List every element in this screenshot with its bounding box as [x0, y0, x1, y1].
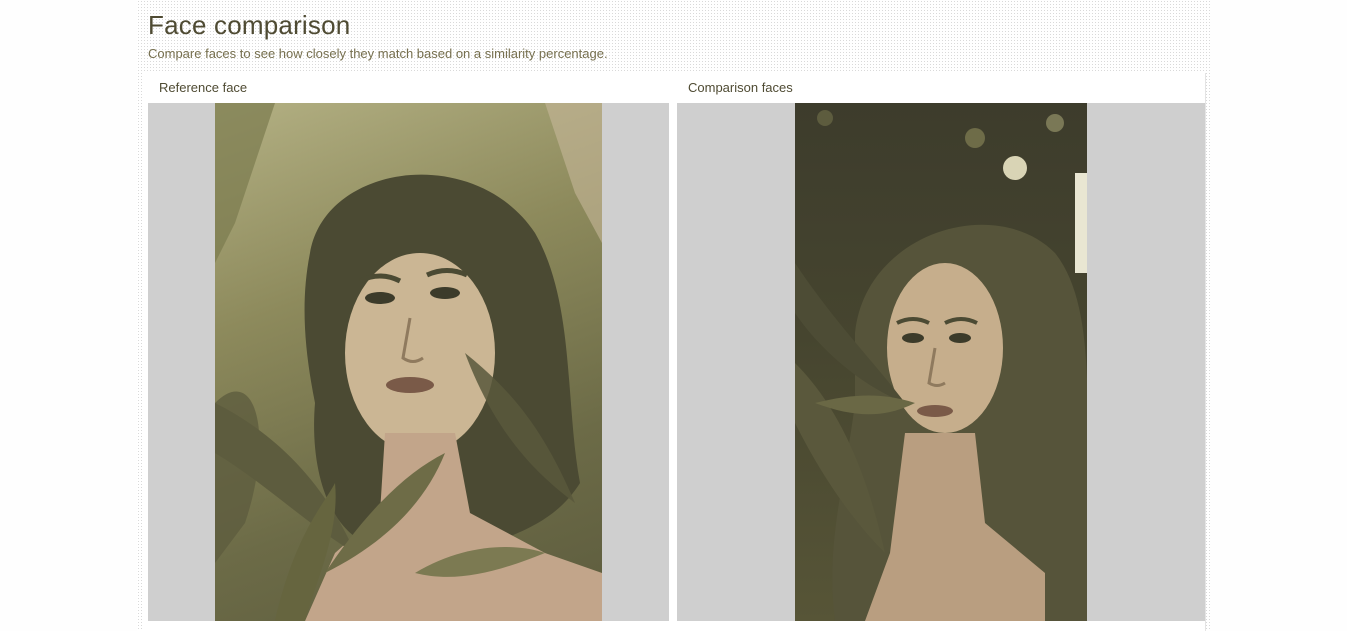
main-content: Face comparison Compare faces to see how… [137, 0, 1210, 631]
comparison-faces-section: Comparison faces [677, 73, 1205, 621]
page-subtitle: Compare faces to see how closely they ma… [148, 46, 608, 61]
reference-image-frame[interactable] [148, 103, 669, 621]
comparison-face-image [795, 103, 1087, 621]
page: Face comparison Compare faces to see how… [0, 0, 1347, 631]
reference-photo-illustration [215, 103, 602, 621]
comparison-photo-illustration [795, 110, 1087, 621]
reference-face-label: Reference face [159, 80, 248, 95]
page-title: Face comparison [148, 10, 351, 40]
reference-face-section: Reference face [148, 73, 669, 621]
page-header: Face comparison Compare faces to see how… [148, 8, 608, 61]
face-comparison-panel: Reference face Comparison faces [142, 73, 1206, 631]
reference-face-image [215, 103, 602, 621]
comparison-image-frame[interactable] [677, 103, 1205, 621]
comparison-faces-label: Comparison faces [688, 80, 793, 95]
